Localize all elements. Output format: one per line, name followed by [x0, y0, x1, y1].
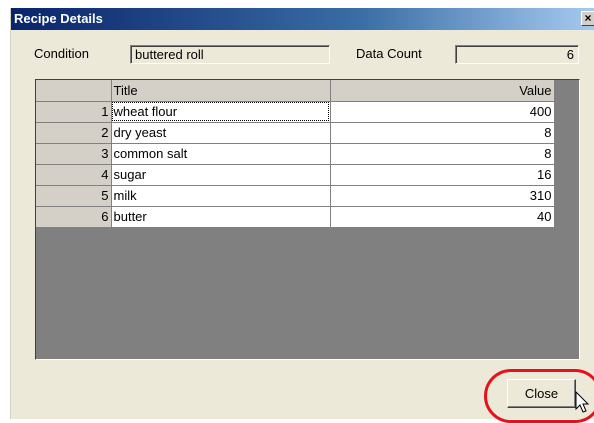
row-number[interactable]: 4: [36, 163, 112, 186]
cell-title[interactable]: wheat flour: [111, 101, 331, 123]
row-number[interactable]: 1: [36, 100, 112, 123]
cell-value[interactable]: 8: [330, 143, 555, 165]
row-number[interactable]: 6: [36, 205, 112, 228]
condition-label: Condition: [34, 46, 89, 61]
table-row[interactable]: 2 dry yeast 8: [36, 121, 555, 144]
row-header-corner: [36, 80, 112, 102]
window-title: Recipe Details: [14, 11, 103, 26]
ingredient-grid: Title Value 1 wheat flour 400 2 dry yeas…: [35, 79, 580, 360]
cell-value[interactable]: 400: [330, 101, 555, 123]
cell-value[interactable]: 310: [330, 185, 555, 207]
cell-title[interactable]: butter: [111, 206, 331, 228]
recipe-details-dialog: Recipe Details × Condition buttered roll…: [10, 8, 594, 423]
title-bar: Recipe Details ×: [11, 8, 594, 30]
cell-title[interactable]: common salt: [111, 143, 331, 165]
table-row[interactable]: 6 butter 40: [36, 205, 555, 228]
data-count-label: Data Count: [356, 46, 422, 61]
table-row[interactable]: 4 sugar 16: [36, 163, 555, 186]
cell-title[interactable]: sugar: [111, 164, 331, 186]
cell-value[interactable]: 8: [330, 122, 555, 144]
row-number[interactable]: 3: [36, 142, 112, 165]
condition-field: buttered roll: [130, 45, 330, 64]
ingredient-table: Title Value 1 wheat flour 400 2 dry yeas…: [36, 80, 555, 228]
cell-value[interactable]: 40: [330, 206, 555, 228]
column-header-title[interactable]: Title: [111, 80, 331, 102]
column-header-value[interactable]: Value: [330, 80, 555, 102]
table-row[interactable]: 1 wheat flour 400: [36, 100, 555, 123]
window-close-icon[interactable]: ×: [581, 11, 594, 26]
row-number[interactable]: 5: [36, 184, 112, 207]
cell-title[interactable]: milk: [111, 185, 331, 207]
cell-title[interactable]: dry yeast: [111, 122, 331, 144]
cell-value[interactable]: 16: [330, 164, 555, 186]
data-count-field: 6: [455, 45, 579, 64]
row-number[interactable]: 2: [36, 121, 112, 144]
table-row[interactable]: 3 common salt 8: [36, 142, 555, 165]
table-header-row: Title Value: [36, 80, 555, 102]
table-row[interactable]: 5 milk 310: [36, 184, 555, 207]
mouse-pointer-icon: [575, 391, 590, 413]
